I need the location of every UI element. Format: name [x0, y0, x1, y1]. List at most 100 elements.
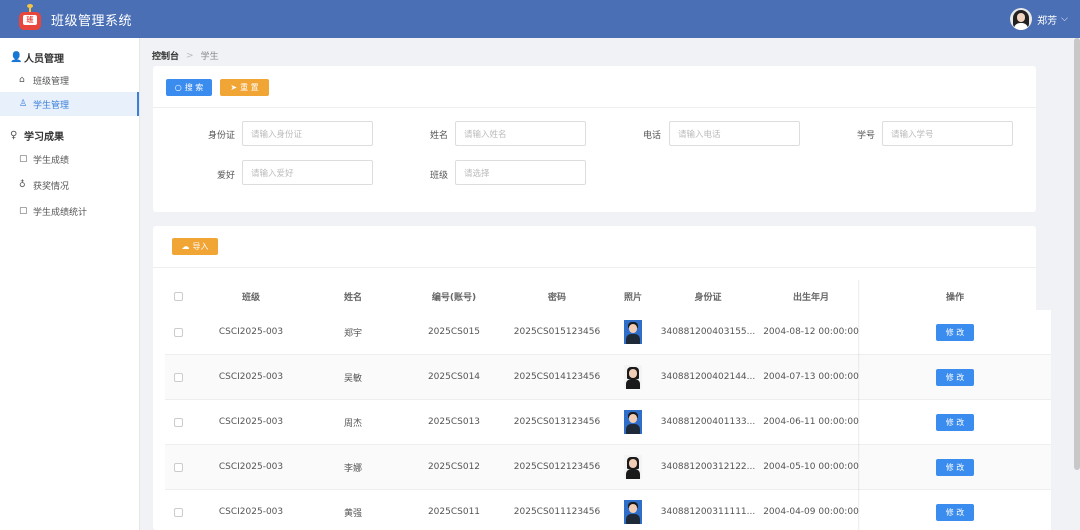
cloud-upload-icon: ☁ — [181, 242, 190, 251]
import-button[interactable]: ☁ 导入 — [172, 238, 218, 255]
edit-button[interactable]: 修 改 — [936, 413, 974, 431]
cell-code: 2025CS011 — [427, 507, 481, 517]
breadcrumb-home[interactable]: 控制台 — [152, 49, 179, 62]
sidebar-item-score-statistics[interactable]: ▢ 学生成绩统计 — [0, 198, 139, 224]
home-icon: ⌂ — [19, 75, 25, 85]
app-title: 班级管理系统 — [51, 13, 133, 29]
cell-class: CSCI2025-003 — [218, 372, 284, 382]
table-row: CSCI2025-003 吴敏 2025CS014 2025CS014123456 34… — [165, 355, 1051, 400]
table-row: CSCI2025-003 李娜 2025CS012 2025CS012123456 34… — [165, 445, 1051, 490]
cell-name: 李娜 — [343, 463, 362, 474]
trophy-icon: ♀ — [10, 129, 18, 141]
cell-id-card: 340881200311111... — [660, 507, 756, 517]
document-icon: ▢ — [19, 154, 28, 164]
sidebar-group-learning[interactable]: ♀ 学习成果 — [0, 124, 139, 146]
cell-name: 吴敏 — [343, 373, 362, 384]
sidebar-item-label: 学生管理 — [33, 100, 70, 111]
sidebar: 👤 人员管理 ⌂ 班级管理 ♙ 学生管理 ♀ 学习成果 ▢ 学生成绩 ♁ 获奖情… — [0, 38, 140, 530]
sidebar-item-student-management[interactable]: ♙ 学生管理 — [0, 92, 139, 116]
cell-class: CSCI2025-003 — [218, 462, 284, 472]
select-all-checkbox[interactable] — [173, 291, 183, 301]
cell-name: 黄强 — [343, 508, 362, 519]
cell-password: 2025CS011123456 — [513, 507, 601, 517]
column-header-name[interactable]: 姓名 — [315, 282, 391, 310]
edit-button[interactable]: 修 改 — [936, 503, 974, 521]
cell-code: 2025CS013 — [427, 417, 481, 427]
cell-class: CSCI2025-003 — [218, 417, 284, 427]
sidebar-item-class-management[interactable]: ⌂ 班级管理 — [0, 68, 139, 92]
column-header-birth[interactable]: 出生年月 — [762, 282, 860, 310]
breadcrumb: 控制台 > 学生 — [152, 49, 219, 63]
edit-button[interactable]: 修 改 — [936, 458, 974, 476]
document-icon: ▢ — [19, 206, 28, 216]
column-header-actions: 操作 — [945, 292, 964, 303]
sidebar-item-awards[interactable]: ♁ 获奖情况 — [0, 172, 139, 198]
cell-class: CSCI2025-003 — [218, 507, 284, 517]
divider — [153, 267, 1036, 268]
cell-id-card: 340881200402144... — [660, 372, 756, 382]
column-header-photo[interactable]: 照片 — [610, 282, 656, 310]
cell-birth: 2004-05-10 00:00:00 — [763, 462, 859, 472]
person-icon: 👤 — [10, 51, 23, 63]
cell-password: 2025CS012123456 — [513, 462, 601, 472]
student-photo[interactable] — [624, 500, 642, 524]
student-photo[interactable] — [624, 410, 642, 434]
student-photo[interactable] — [624, 365, 642, 389]
page-scrollbar[interactable] — [1074, 38, 1080, 470]
column-header-code[interactable]: 编号(账号) — [401, 282, 507, 310]
chevron-right-icon: > — [186, 50, 194, 61]
row-checkbox[interactable] — [173, 462, 183, 472]
user-name: 郑芳 — [1037, 15, 1058, 27]
sidebar-item-label: 获奖情况 — [33, 181, 70, 192]
hobby-input[interactable]: 请输入爱好 — [242, 160, 373, 185]
chevron-down-icon: ⌵ — [1061, 14, 1068, 24]
robot-logo-icon: 班 — [17, 4, 43, 32]
id-card-input[interactable]: 请输入身份证 — [242, 121, 373, 146]
edit-button[interactable]: 修 改 — [936, 368, 974, 386]
cell-password: 2025CS014123456 — [513, 372, 601, 382]
row-checkbox[interactable] — [173, 417, 183, 427]
send-icon: ➤ — [230, 83, 238, 92]
cell-password: 2025CS013123456 — [513, 417, 601, 427]
search-button-label: 搜 索 — [184, 83, 204, 92]
cell-name: 郑宇 — [343, 328, 362, 339]
sidebar-group-personnel[interactable]: 👤 人员管理 — [0, 46, 139, 68]
id-card-label: 身份证 — [207, 131, 235, 141]
sidebar-item-label: 班级管理 — [33, 76, 70, 87]
class-select[interactable]: 请选择 — [455, 160, 586, 185]
sidebar-group-label: 学习成果 — [24, 131, 64, 143]
cell-code: 2025CS015 — [427, 327, 481, 337]
column-header-id-card[interactable]: 身份证 — [658, 282, 758, 310]
student-photo[interactable] — [624, 320, 642, 344]
sidebar-item-label: 学生成绩 — [33, 155, 70, 166]
class-label: 班级 — [429, 171, 448, 181]
cell-id-card: 340881200312122... — [660, 462, 756, 472]
cell-birth: 2004-06-11 00:00:00 — [763, 417, 859, 427]
user-icon: ♙ — [19, 99, 28, 109]
cell-password: 2025CS015123456 — [513, 327, 601, 337]
search-button[interactable]: ○ 搜 索 — [166, 79, 212, 96]
phone-input[interactable]: 请输入电话 — [669, 121, 800, 146]
cell-birth: 2004-08-12 00:00:00 — [763, 327, 859, 337]
sidebar-item-student-scores[interactable]: ▢ 学生成绩 — [0, 146, 139, 172]
reset-button-label: 重 置 — [240, 83, 259, 92]
name-input[interactable]: 请输入姓名 — [455, 121, 586, 146]
sidebar-item-label: 学生成绩统计 — [33, 207, 88, 218]
column-header-password[interactable]: 密码 — [507, 282, 607, 310]
import-button-label: 导入 — [192, 242, 209, 251]
user-menu[interactable]: 郑芳 ⌵ — [1010, 8, 1068, 30]
table-row: CSCI2025-003 郑宇 2025CS015 2025CS015123456 34… — [165, 310, 1051, 355]
column-header-class[interactable]: 班级 — [201, 282, 301, 310]
row-checkbox[interactable] — [173, 327, 183, 337]
reset-button[interactable]: ➤ 重 置 — [220, 79, 269, 96]
row-checkbox[interactable] — [173, 372, 183, 382]
name-label: 姓名 — [429, 131, 448, 141]
table-row: CSCI2025-003 黄强 2025CS011 2025CS011123456 34… — [165, 490, 1051, 530]
cell-id-card: 340881200401133... — [660, 417, 756, 427]
row-checkbox[interactable] — [173, 507, 183, 517]
divider — [153, 107, 1036, 108]
top-header: 班 班级管理系统 郑芳 ⌵ — [0, 0, 1080, 38]
edit-button[interactable]: 修 改 — [936, 323, 974, 341]
student-number-input[interactable]: 请输入学号 — [882, 121, 1013, 146]
student-photo[interactable] — [624, 455, 642, 479]
